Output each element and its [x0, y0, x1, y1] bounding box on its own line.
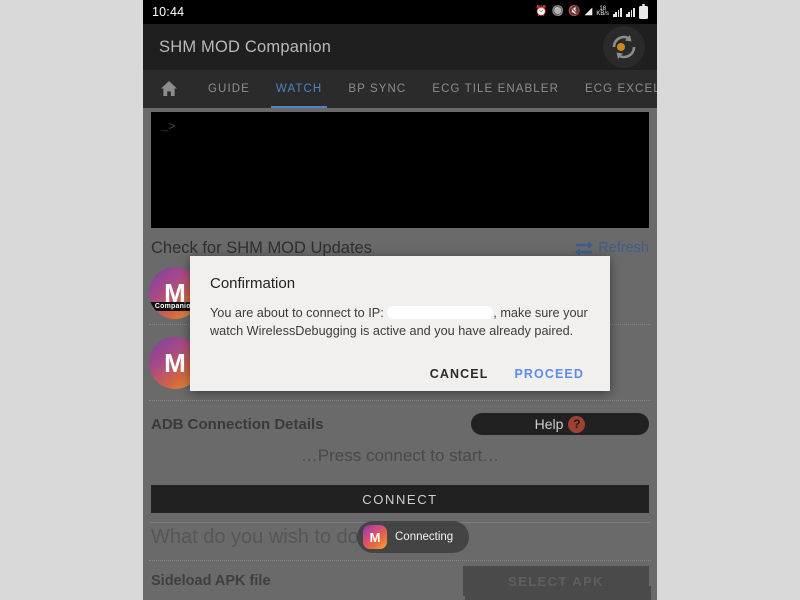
proceed-button[interactable]: PROCEED — [514, 367, 584, 381]
app-logo-icon: M — [363, 525, 387, 549]
dialog-body-part1: You are about to connect to IP: — [210, 306, 384, 320]
dialog-actions: CANCEL PROCEED — [210, 367, 590, 381]
phone-screen: 10:44 ⏰ 🔘 🔇 ◢ 18KB/s SHM MOD Companion — [143, 0, 657, 600]
redacted-ip-value — [387, 306, 494, 319]
dialog-title: Confirmation — [210, 275, 296, 292]
cancel-button[interactable]: CANCEL — [430, 367, 489, 381]
confirmation-dialog: Confirmation You are about to connect to… — [190, 256, 610, 391]
dialog-body: You are about to connect to IP: , make s… — [210, 304, 590, 341]
connecting-toast: M Connecting — [357, 521, 470, 553]
toast-label: Connecting — [395, 531, 454, 543]
